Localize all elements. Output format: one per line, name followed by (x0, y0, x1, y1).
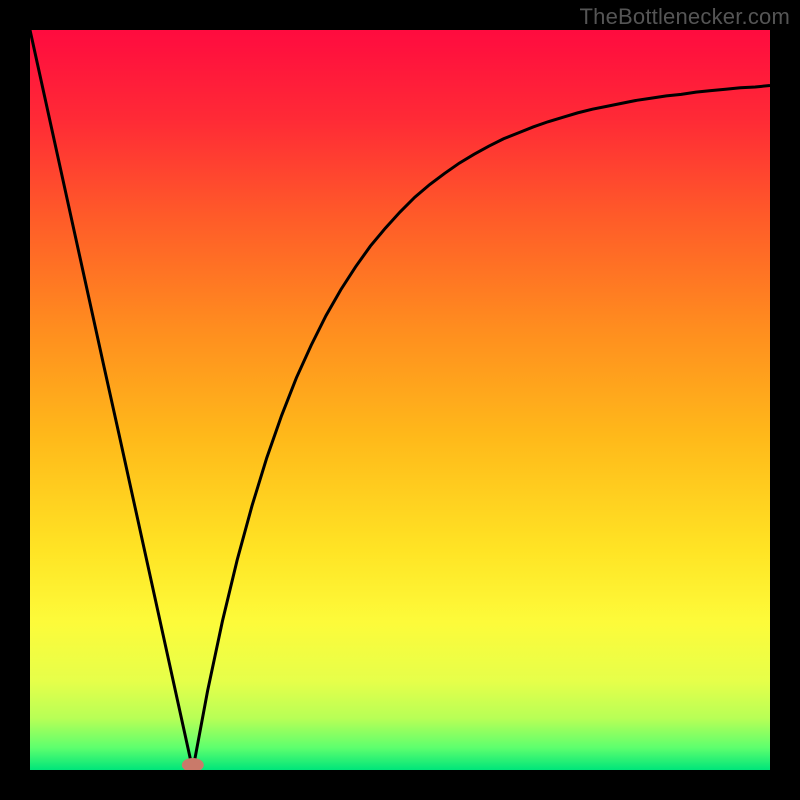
watermark-text: TheBottlenecker.com (580, 4, 790, 30)
chart-background (30, 30, 770, 770)
plot-area (30, 30, 770, 770)
chart-frame: TheBottlenecker.com (0, 0, 800, 800)
chart-svg (30, 30, 770, 770)
